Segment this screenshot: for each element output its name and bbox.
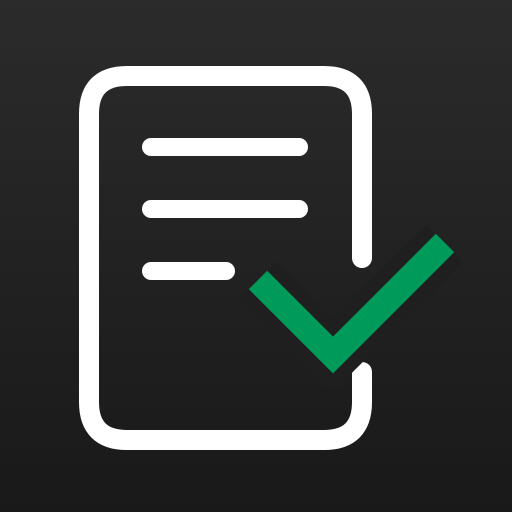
- app-icon: [0, 0, 512, 512]
- document-checklist-icon: [0, 0, 512, 512]
